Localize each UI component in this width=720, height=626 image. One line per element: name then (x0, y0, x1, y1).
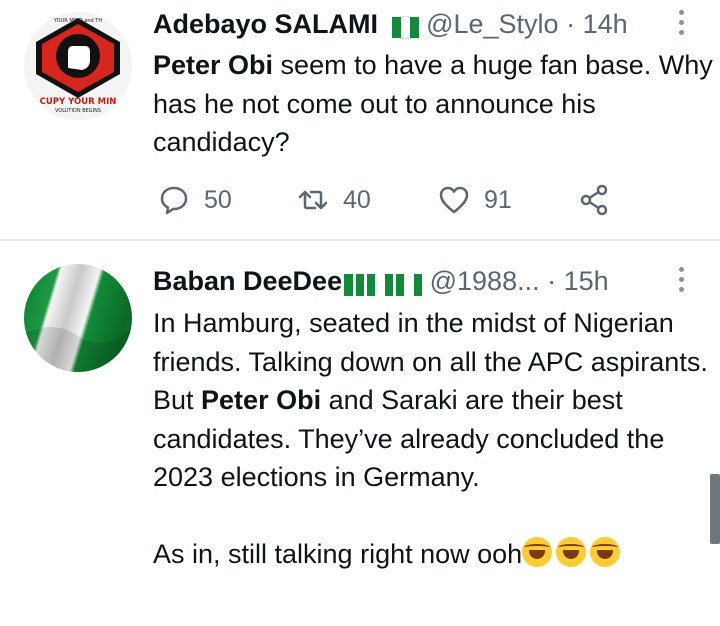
nigeria-flags-icon (344, 265, 423, 301)
tweet-header: Baban DeeDee @1988... · 15h (153, 263, 609, 299)
reply-button[interactable]: 50 (158, 180, 232, 220)
handle[interactable]: @Le_Stylo (426, 9, 558, 39)
nigeria-flag-avatar (24, 264, 132, 372)
tweet-text: In Hamburg, seated in the midst of Niger… (153, 304, 713, 573)
share-button[interactable] (578, 180, 624, 220)
logo-text-top: YOUR MIND and TH (53, 18, 102, 24)
tweet-text-paragraph2: As in, still talking right now ooh (153, 538, 523, 569)
heart-icon (439, 186, 469, 214)
tweet-1[interactable]: YOUR MIND and TH CUPY YOUR MIN VOLUTION … (0, 0, 720, 240)
share-icon (580, 184, 608, 216)
reply-count: 50 (204, 185, 232, 214)
like-button[interactable]: 91 (438, 180, 512, 220)
tears-of-joy-emoji-icon (522, 536, 553, 567)
tweet-header: Adebayo SALAMI @Le_Stylo · 14h (153, 6, 628, 42)
separator: · (566, 9, 576, 39)
avatar[interactable] (24, 264, 132, 372)
tweet-text-bold: Peter Obi (201, 385, 322, 415)
more-options-icon[interactable] (677, 8, 685, 38)
retweet-button[interactable]: 40 (297, 180, 371, 220)
display-name[interactable]: Baban DeeDee (153, 266, 342, 296)
tweet-text-bold: Peter Obi (153, 50, 274, 80)
retweet-count: 40 (343, 185, 371, 214)
tears-of-joy-emoji-icon (590, 536, 621, 567)
timestamp[interactable]: 14h (583, 9, 628, 39)
handle[interactable]: @1988... (430, 266, 540, 296)
timestamp[interactable]: 15h (564, 266, 609, 296)
avatar[interactable]: YOUR MIND and TH CUPY YOUR MIN VOLUTION … (24, 12, 132, 120)
retweet-arrows-icon (298, 190, 328, 210)
speech-bubble-icon (160, 186, 188, 215)
tweet-text: Peter Obi seem to have a huge fan base. … (153, 46, 713, 162)
logo-text-main: CUPY YOUR MIN (40, 97, 117, 107)
tears-of-joy-emoji-icon (556, 536, 587, 567)
occupy-your-mind-logo: YOUR MIND and TH CUPY YOUR MIN VOLUTION … (24, 12, 132, 120)
separator: · (547, 266, 557, 296)
nigeria-flag-icon (391, 8, 419, 44)
more-options-icon[interactable] (677, 265, 685, 295)
like-count: 91 (484, 185, 512, 214)
display-name[interactable]: Adebayo SALAMI (153, 9, 378, 39)
logo-text-sub: VOLUTION BEGINS (55, 108, 101, 114)
scrollbar[interactable] (710, 474, 720, 544)
